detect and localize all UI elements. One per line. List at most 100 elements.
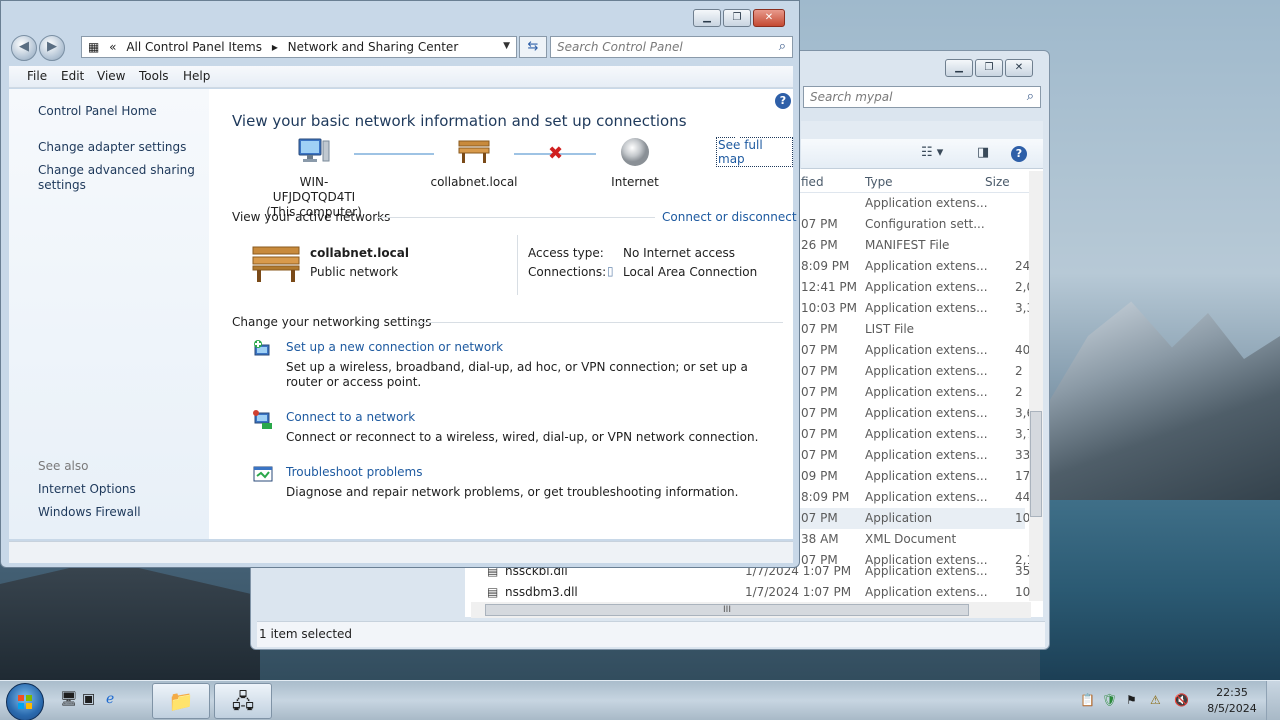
cell-size: 2	[1015, 385, 1023, 399]
connect-disconnect-link[interactable]: Connect or disconnect	[662, 210, 797, 224]
setup-connection-link[interactable]: Set up a new connection or network	[286, 340, 503, 354]
close-button[interactable]: ✕	[1005, 59, 1033, 77]
sidebar-change-adapter[interactable]: Change adapter settings	[38, 140, 203, 155]
breadcrumb-overflow[interactable]: «	[109, 40, 116, 54]
menu-view[interactable]: View	[97, 69, 125, 83]
taskbar-control-panel-button[interactable]: 🖧	[214, 683, 272, 719]
menu-file[interactable]: File	[27, 69, 47, 83]
active-networks-label: View your active networks	[232, 210, 391, 224]
see-full-map-link[interactable]: See full map	[716, 137, 793, 167]
volume-muted-icon[interactable]: 🔇	[1174, 693, 1189, 707]
cell-size: 33	[1015, 448, 1031, 462]
sidebar-advanced-sharing[interactable]: Change advanced sharing settings	[38, 163, 203, 193]
map-network[interactable]: collabnet.local	[429, 137, 519, 190]
explorer-search-input[interactable]: Search mypal ⌕	[803, 86, 1041, 108]
clipboard-tray-icon[interactable]: 📋	[1080, 693, 1095, 707]
cell-date: 07 PM	[801, 511, 838, 525]
search-icon[interactable]: ⌕	[1027, 89, 1034, 104]
scroll-thumb[interactable]: III	[485, 604, 969, 616]
search-input[interactable]: Search Control Panel ⌕	[550, 36, 793, 58]
cell-type: Application extens...	[865, 564, 988, 578]
horizontal-scrollbar[interactable]: III	[471, 602, 1031, 618]
cell-size: 44	[1015, 490, 1031, 504]
access-type-label: Access type:	[528, 246, 604, 260]
back-button[interactable]: ◀	[11, 35, 37, 61]
cell-date: 07 PM	[801, 448, 838, 462]
internet-explorer-icon[interactable]: ℯ	[106, 691, 114, 707]
close-button[interactable]: ✕	[753, 9, 785, 27]
help-icon[interactable]: ?	[775, 93, 791, 109]
column-type[interactable]: Type	[865, 175, 893, 189]
refresh-button[interactable]: ⇆	[519, 36, 547, 58]
setup-connection-desc: Set up a wireless, broadband, dial-up, a…	[286, 360, 748, 389]
table-row[interactable]: ▤ nssdbm3.dll 1/7/2024 1:07 PM Application …	[481, 582, 1030, 603]
search-icon[interactable]: ⌕	[779, 39, 786, 54]
chevron-down-icon[interactable]: ▼	[503, 41, 510, 51]
address-bar[interactable]: ▦ « All Control Panel Items ▸ Network an…	[81, 36, 517, 58]
windows-logo-icon	[18, 695, 32, 709]
help-icon[interactable]: ?	[1011, 146, 1027, 162]
map-internet[interactable]: Internet	[595, 137, 675, 190]
maximize-button[interactable]: ❐	[975, 59, 1003, 77]
cell-date: 10:03 PM	[801, 301, 857, 315]
column-date-modified[interactable]: fied	[801, 175, 824, 189]
cell-type: LIST File	[865, 322, 915, 336]
clock[interactable]: 22:35 8/5/2024	[1196, 685, 1268, 717]
troubleshoot-link[interactable]: Troubleshoot problems	[286, 465, 422, 479]
cell-type: Application extens...	[865, 385, 988, 399]
action-center-icon[interactable]: ⚑	[1126, 693, 1137, 707]
search-placeholder: Search mypal	[810, 90, 893, 104]
taskbar-explorer-button[interactable]: 📁	[152, 683, 210, 719]
show-desktop-button[interactable]	[1266, 681, 1280, 720]
clock-time: 22:35	[1216, 686, 1248, 699]
server-manager-icon[interactable]: ▣	[82, 691, 95, 707]
forward-button[interactable]: ▶	[39, 35, 65, 61]
menu-tools[interactable]: Tools	[139, 69, 169, 83]
menu-help[interactable]: Help	[183, 69, 210, 83]
network-tray-icon[interactable]: ⚠	[1150, 693, 1161, 707]
menu-edit[interactable]: Edit	[61, 69, 84, 83]
cell-date: 07 PM	[801, 364, 838, 378]
cell-date: 8:09 PM	[801, 259, 850, 273]
minimize-button[interactable]: ▁	[945, 59, 973, 77]
cell-type: Application extens...	[865, 490, 988, 504]
cell-type: Application extens...	[865, 259, 988, 273]
view-options-icon[interactable]: ☷ ▾	[921, 145, 943, 160]
sidebar-internet-options[interactable]: Internet Options	[38, 482, 203, 497]
dll-file-icon: ▤	[487, 585, 499, 599]
access-type-value: No Internet access	[623, 246, 736, 260]
no-connection-icon[interactable]: ✖	[548, 143, 563, 164]
breadcrumb-network-sharing[interactable]: Network and Sharing Center	[288, 40, 459, 54]
title-bar[interactable]: ▁ ❐ ✕	[1, 1, 799, 35]
start-button[interactable]	[6, 683, 44, 720]
minimize-button[interactable]: ▁	[693, 9, 721, 27]
connect-network-link[interactable]: Connect to a network	[286, 410, 415, 424]
cell-size: 10	[1015, 511, 1031, 525]
security-tray-icon[interactable]: 🛡	[1102, 693, 1117, 707]
sidebar-windows-firewall[interactable]: Windows Firewall	[38, 505, 203, 520]
network-category-link[interactable]: Public network	[310, 265, 398, 279]
explorer-toolbar: ☷ ▾ ◨ ?	[801, 139, 1043, 169]
connect-network-icon	[253, 410, 272, 429]
cell-date: 07 PM	[801, 322, 838, 336]
folder-icon: 📁	[168, 689, 194, 713]
cell-date: 12:41 PM	[801, 280, 857, 294]
local-area-connection-link[interactable]: Local Area Connection	[623, 265, 757, 279]
scroll-thumb[interactable]	[1030, 411, 1042, 517]
column-size[interactable]: Size	[985, 175, 1010, 189]
breadcrumb-separator-icon[interactable]: ▸	[272, 40, 278, 54]
cell-date: 07 PM	[801, 343, 838, 357]
cell-type: MANIFEST File	[865, 238, 950, 252]
preview-pane-icon[interactable]: ◨	[977, 145, 989, 160]
show-desktop-quicklaunch-icon[interactable]: 🖥	[60, 691, 78, 707]
vertical-scrollbar[interactable]	[1029, 171, 1043, 601]
cell-type: Application extens...	[865, 301, 988, 315]
cell-date: 09 PM	[801, 469, 838, 483]
sidebar-control-panel-home[interactable]: Control Panel Home	[38, 104, 203, 119]
breadcrumb-all-items[interactable]: All Control Panel Items	[126, 40, 262, 54]
maximize-button[interactable]: ❐	[723, 9, 751, 27]
cell-size: 35	[1015, 564, 1031, 578]
divider	[412, 322, 783, 323]
map-computer[interactable]: WIN-UFJDQTQD4TI (This computer)	[259, 137, 369, 220]
internet-label: Internet	[611, 175, 659, 189]
